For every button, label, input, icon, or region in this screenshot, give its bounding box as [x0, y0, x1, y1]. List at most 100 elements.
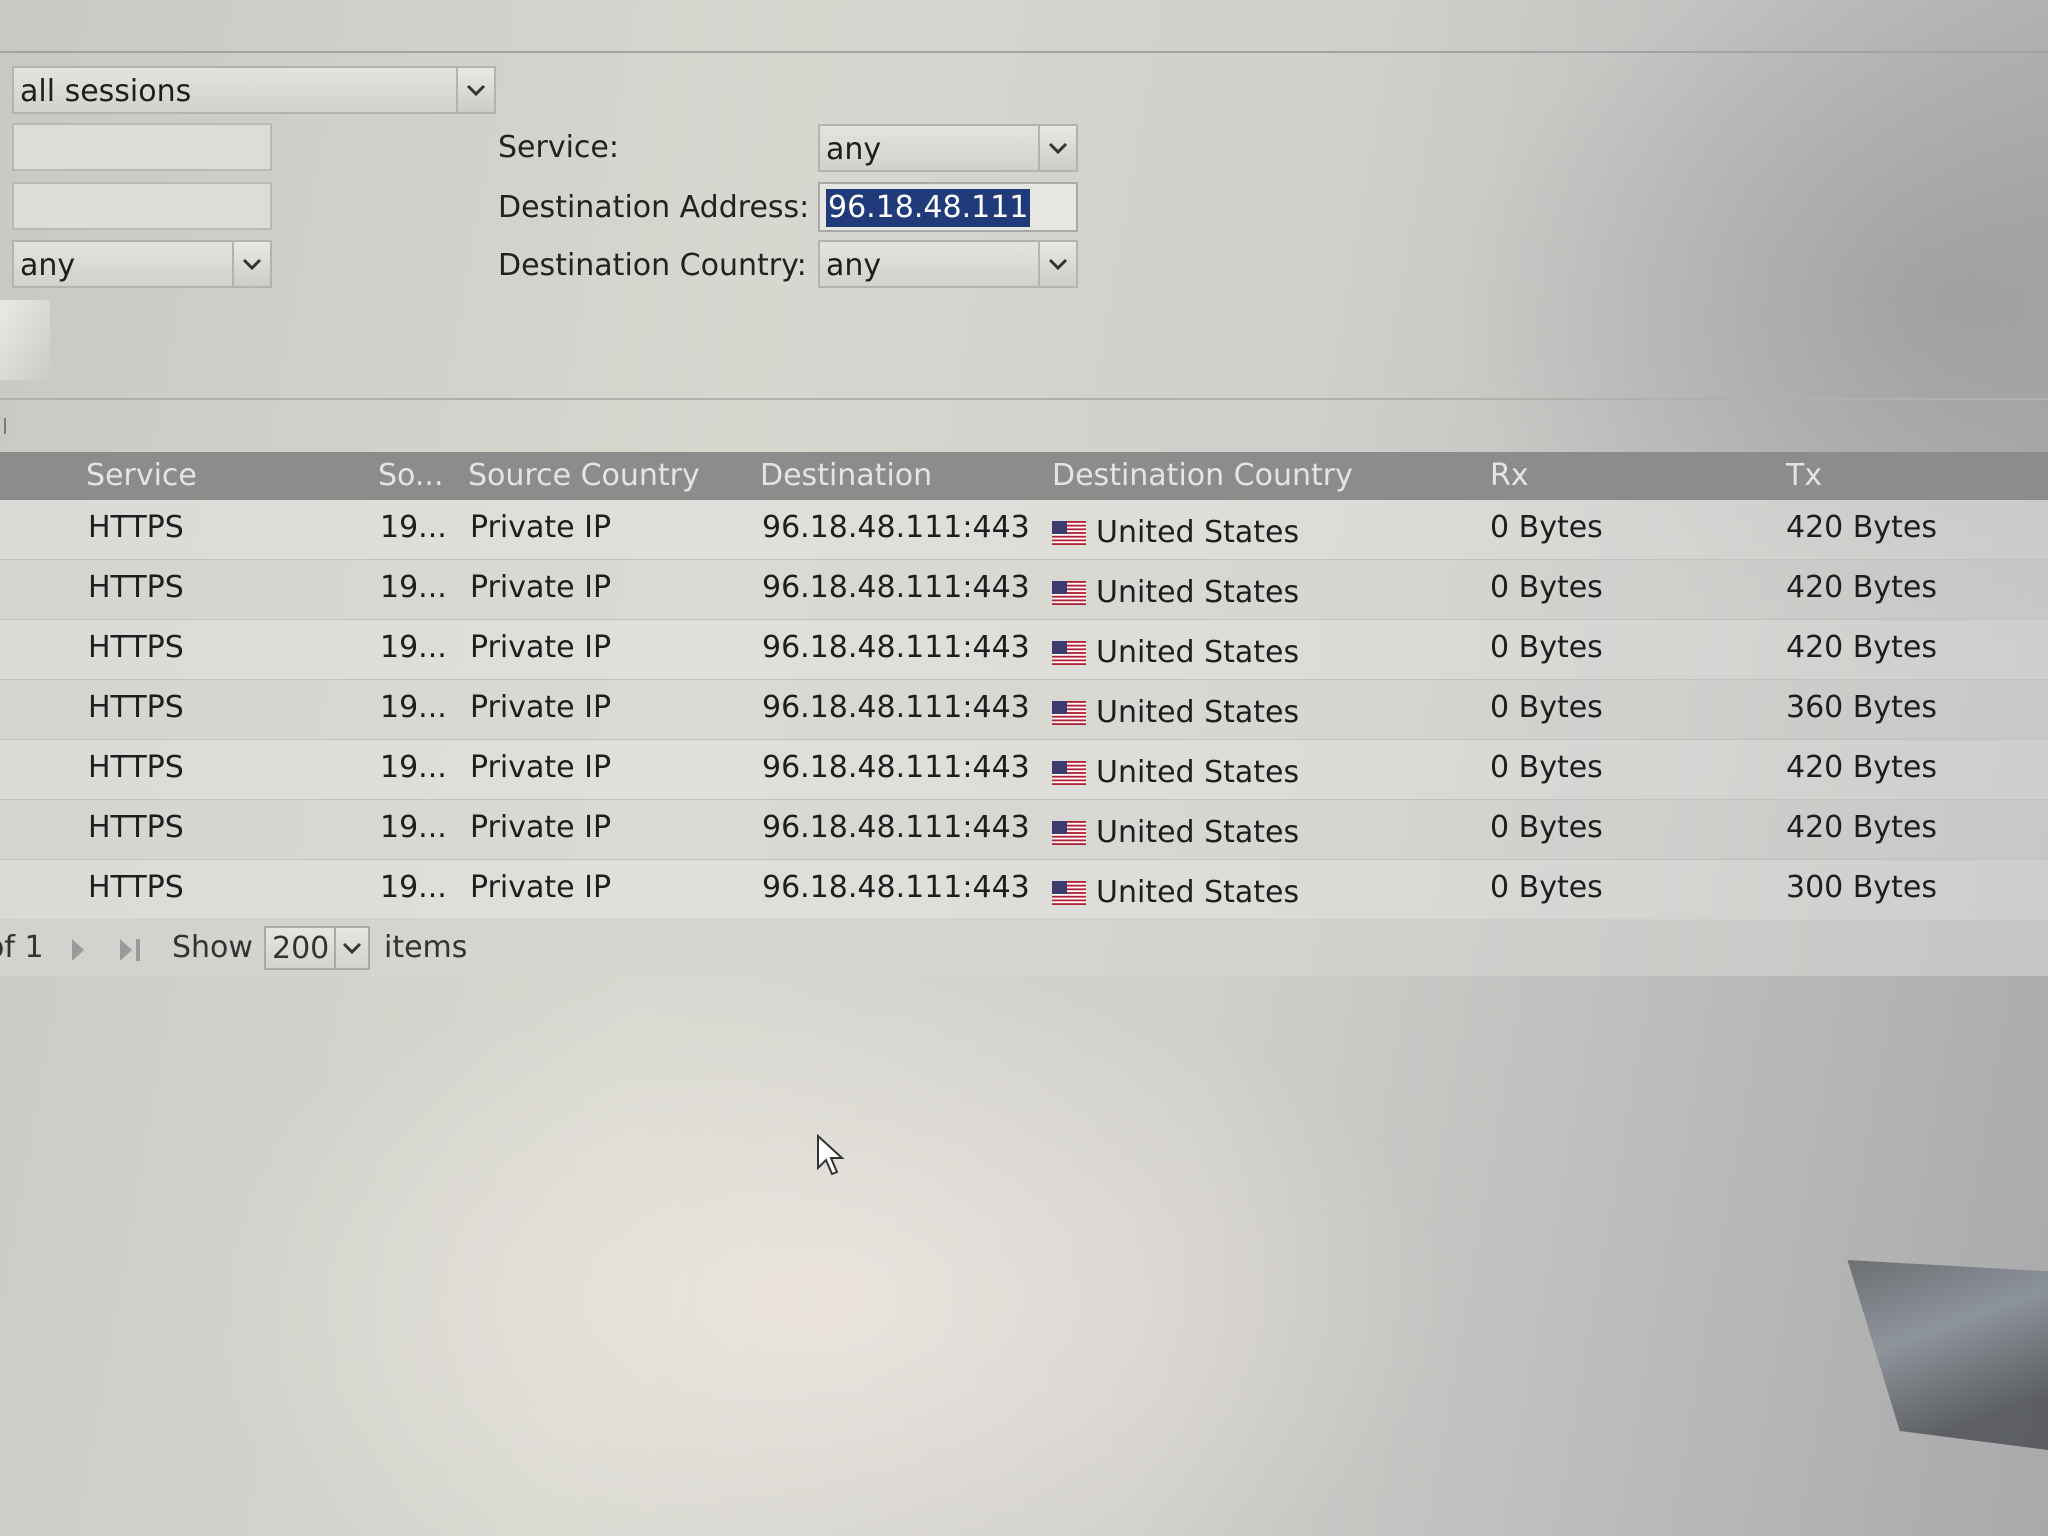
us-flag-icon	[1052, 701, 1086, 725]
cell-service: HTTPS	[88, 810, 184, 845]
cell-rx: 0 Bytes	[1490, 690, 1603, 725]
next-page-icon[interactable]	[68, 936, 88, 971]
cell-source: 19...	[380, 870, 447, 905]
table-row[interactable]: HTTPS 19... Private IP 96.18.48.111:443 Unit…	[0, 500, 2048, 560]
service-value: any	[826, 132, 882, 167]
us-flag-icon	[1052, 761, 1086, 785]
column-header-service[interactable]: Service	[86, 458, 197, 493]
table-row[interactable]: HTTPS 19... Private IP 96.18.48.111:443 Unit…	[0, 800, 2048, 860]
cell-source: 19...	[380, 570, 447, 605]
cell-service: HTTPS	[88, 630, 184, 665]
destination-country-label: Destination Country:	[498, 248, 807, 283]
table-row[interactable]: HTTPS 19... Private IP 96.18.48.111:443 Unit…	[0, 860, 2048, 920]
destination-address-input[interactable]: 96.18.48.111	[818, 182, 1078, 232]
cell-source: 19...	[380, 510, 447, 545]
top-divider	[0, 51, 2048, 53]
column-header-destination-country[interactable]: Destination Country	[1052, 458, 1353, 493]
us-flag-icon	[1052, 581, 1086, 605]
cell-destination: 96.18.48.111:443	[762, 810, 1030, 845]
cell-source-country: Private IP	[470, 630, 612, 665]
cell-rx: 0 Bytes	[1490, 630, 1603, 665]
left-filter-value: any	[20, 248, 76, 283]
cell-destination-country: United States	[1052, 755, 1299, 790]
cell-destination-country: United States	[1052, 515, 1299, 550]
cell-destination-country: United States	[1052, 575, 1299, 610]
cell-tx: 420 Bytes	[1786, 510, 1937, 545]
chevron-down-icon[interactable]	[232, 242, 270, 286]
destination-country-text: United States	[1096, 695, 1300, 730]
destination-country-text: United States	[1096, 635, 1300, 670]
chevron-down-icon[interactable]	[1038, 242, 1076, 286]
left-filter-select[interactable]: any	[12, 240, 272, 288]
chevron-down-icon[interactable]	[1038, 126, 1076, 170]
cell-source: 19...	[380, 750, 447, 785]
cell-destination: 96.18.48.111:443	[762, 630, 1030, 665]
sessions-table: Service So... Source Country Destination…	[0, 452, 2048, 920]
session-scope-value: all sessions	[20, 74, 192, 109]
cell-destination-country: United States	[1052, 815, 1299, 850]
splitter-handle[interactable]	[4, 418, 6, 434]
cell-tx: 360 Bytes	[1786, 690, 1937, 725]
destination-country-select[interactable]: any	[818, 240, 1078, 288]
cell-source: 19...	[380, 690, 447, 725]
us-flag-icon	[1052, 521, 1086, 545]
cell-destination-country: United States	[1052, 875, 1299, 910]
cell-tx: 300 Bytes	[1786, 870, 1937, 905]
column-header-tx[interactable]: Tx	[1786, 458, 1822, 493]
page-size-select[interactable]: 200	[264, 926, 370, 970]
destination-address-value: 96.18.48.111	[826, 189, 1031, 227]
destination-country-value: any	[826, 248, 882, 283]
cell-source-country: Private IP	[470, 510, 612, 545]
last-page-icon[interactable]	[116, 936, 144, 971]
cell-rx: 0 Bytes	[1490, 510, 1603, 545]
table-row[interactable]: HTTPS 19... Private IP 96.18.48.111:443 Unit…	[0, 680, 2048, 740]
cell-service: HTTPS	[88, 690, 184, 725]
service-select[interactable]: any	[818, 124, 1078, 172]
section-divider	[0, 398, 2048, 400]
destination-country-text: United States	[1096, 875, 1300, 910]
destination-country-text: United States	[1096, 575, 1300, 610]
cell-source-country: Private IP	[470, 690, 612, 725]
cell-service: HTTPS	[88, 870, 184, 905]
cell-tx: 420 Bytes	[1786, 630, 1937, 665]
cell-destination: 96.18.48.111:443	[762, 690, 1030, 725]
cell-source: 19...	[380, 630, 447, 665]
destination-country-text: United States	[1096, 755, 1300, 790]
page-size-value: 200	[272, 931, 330, 966]
table-row[interactable]: HTTPS 19... Private IP 96.18.48.111:443 Unit…	[0, 560, 2048, 620]
cell-destination: 96.18.48.111:443	[762, 750, 1030, 785]
cell-source-country: Private IP	[470, 750, 612, 785]
cell-source-country: Private IP	[470, 810, 612, 845]
us-flag-icon	[1052, 641, 1086, 665]
cell-destination: 96.18.48.111:443	[762, 570, 1030, 605]
column-header-rx[interactable]: Rx	[1490, 458, 1529, 493]
background-reflection	[1847, 1260, 2048, 1450]
table-row[interactable]: HTTPS 19... Private IP 96.18.48.111:443 Unit…	[0, 620, 2048, 680]
chevron-down-icon[interactable]	[456, 68, 494, 112]
us-flag-icon	[1052, 821, 1086, 845]
column-header-destination[interactable]: Destination	[760, 458, 932, 493]
column-header-source[interactable]: So...	[378, 458, 443, 493]
table-header: Service So... Source Country Destination…	[0, 452, 2048, 500]
destination-address-label: Destination Address:	[498, 190, 810, 225]
cell-service: HTTPS	[88, 570, 184, 605]
filter-field-2[interactable]	[12, 182, 272, 230]
destination-country-text: United States	[1096, 515, 1300, 550]
table-body: HTTPS 19... Private IP 96.18.48.111:443 Unit…	[0, 500, 2048, 920]
chevron-down-icon[interactable]	[334, 928, 368, 968]
cell-service: HTTPS	[88, 750, 184, 785]
us-flag-icon	[1052, 881, 1086, 905]
filter-field-1[interactable]	[12, 123, 272, 171]
cell-source-country: Private IP	[470, 570, 612, 605]
cell-rx: 0 Bytes	[1490, 570, 1603, 605]
destination-country-text: United States	[1096, 815, 1300, 850]
table-row[interactable]: HTTPS 19... Private IP 96.18.48.111:443 Unit…	[0, 740, 2048, 800]
pagination-bar: of 1 Show 200 items	[0, 918, 2048, 976]
cell-rx: 0 Bytes	[1490, 810, 1603, 845]
cell-destination-country: United States	[1052, 695, 1299, 730]
page-count-text: of 1	[0, 930, 44, 965]
session-scope-select[interactable]: all sessions	[12, 66, 496, 114]
cell-source-country: Private IP	[470, 870, 612, 905]
column-header-source-country[interactable]: Source Country	[468, 458, 700, 493]
cell-rx: 0 Bytes	[1490, 870, 1603, 905]
